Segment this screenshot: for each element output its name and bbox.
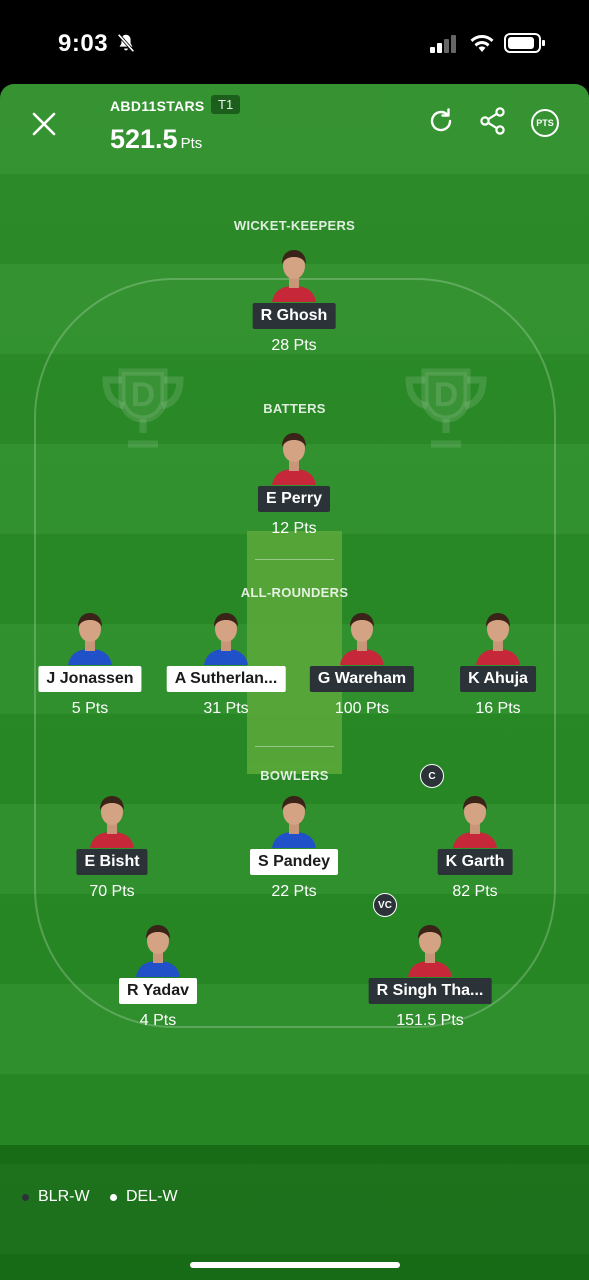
player-photo	[90, 796, 134, 848]
player-name: E Perry	[257, 486, 331, 512]
pitch-crease	[255, 746, 334, 747]
cellular-signal-icon	[430, 35, 456, 53]
player-name: R Ghosh	[252, 303, 336, 329]
status-time: 9:03	[58, 30, 109, 57]
player-photo	[340, 613, 384, 665]
share-icon[interactable]	[478, 106, 508, 136]
player-points: 12 Pts	[271, 520, 317, 537]
legend-dot	[110, 1193, 117, 1201]
player-name: J Jonassen	[38, 666, 142, 692]
player-name: R Yadav	[119, 978, 197, 1004]
section-wicket-keepers: WICKET-KEEPERS	[233, 218, 356, 233]
player-photo	[272, 250, 316, 302]
team-name: ABD11STARS	[110, 98, 205, 114]
player-card[interactable]: J Jonassen 5 Pts	[15, 609, 165, 729]
player-photo	[68, 613, 112, 665]
points-toggle-button[interactable]: PTS	[531, 109, 559, 137]
section-batters: BATTERS	[263, 401, 326, 416]
player-photo	[408, 925, 452, 977]
player-name: A Sutherlan...	[166, 666, 286, 692]
player-card[interactable]: E Bisht 70 Pts	[37, 792, 187, 912]
section-bowlers: BOWLERS	[260, 768, 329, 783]
player-card[interactable]: R Yadav 4 Pts	[83, 921, 233, 1041]
player-card[interactable]: S Pandey 22 Pts	[219, 792, 369, 912]
section-all-rounders: ALL-ROUNDERS	[240, 585, 349, 600]
player-points: 151.5 Pts	[396, 1012, 464, 1029]
player-card[interactable]: A Sutherlan... 31 Pts	[151, 609, 301, 729]
player-photo	[272, 433, 316, 485]
legend-item: DEL-W	[110, 1188, 178, 1206]
player-name: E Bisht	[76, 849, 148, 875]
player-points: 100 Pts	[334, 700, 390, 717]
status-bar: 9:03	[0, 0, 589, 84]
player-photo	[476, 613, 520, 665]
player-points: 82 Pts	[452, 883, 498, 900]
player-photo	[136, 925, 180, 977]
close-icon[interactable]	[30, 110, 58, 138]
player-name: K Garth	[437, 849, 513, 875]
team-tag-badge: T1	[211, 95, 241, 114]
player-photo	[272, 796, 316, 848]
player-points: 4 Pts	[139, 1012, 177, 1029]
bell-muted-icon	[117, 33, 135, 53]
total-points-value: 521.5	[110, 124, 178, 154]
captain-badge: C	[420, 764, 444, 788]
player-points: 70 Pts	[89, 883, 135, 900]
player-points: 16 Pts	[475, 700, 521, 717]
player-name: G Wareham	[309, 666, 415, 692]
player-card[interactable]: E Perry 12 Pts	[219, 429, 369, 549]
legend-label: BLR-W	[38, 1188, 90, 1205]
player-photo	[204, 613, 248, 665]
wifi-icon	[470, 35, 494, 52]
legend-dot	[22, 1193, 29, 1201]
home-indicator[interactable]	[190, 1262, 400, 1268]
player-card[interactable]: R Singh Tha... 151.5 Pts VC	[355, 893, 505, 1041]
player-name: R Singh Tha...	[368, 978, 492, 1004]
player-card[interactable]: G Wareham 100 Pts	[287, 609, 437, 729]
player-points: 28 Pts	[271, 337, 317, 354]
player-name: K Ahuja	[460, 666, 536, 692]
refresh-icon[interactable]	[426, 106, 456, 136]
vice-captain-badge: VC	[373, 893, 397, 917]
pitch-crease	[255, 559, 334, 560]
player-name: S Pandey	[249, 849, 339, 875]
team-legend-bar: BLR-W DEL-W	[0, 1145, 589, 1280]
legend-label: DEL-W	[126, 1188, 178, 1205]
legend-item: BLR-W	[22, 1188, 90, 1206]
player-card[interactable]: K Garth 82 Pts C	[400, 764, 550, 912]
player-card[interactable]: K Ahuja 16 Pts	[423, 609, 573, 729]
player-points: 22 Pts	[271, 883, 317, 900]
player-points: 31 Pts	[203, 700, 249, 717]
player-card[interactable]: R Ghosh 28 Pts	[219, 246, 369, 366]
player-points: 5 Pts	[71, 700, 109, 717]
player-photo	[453, 796, 497, 848]
battery-icon	[504, 33, 545, 53]
cricket-field: D D ABD11STARS T1 521.5 Pts PTS WICKET-KE…	[0, 84, 589, 1280]
total-points-unit: Pts	[180, 135, 203, 152]
total-points: 521.5 Pts	[110, 124, 202, 155]
